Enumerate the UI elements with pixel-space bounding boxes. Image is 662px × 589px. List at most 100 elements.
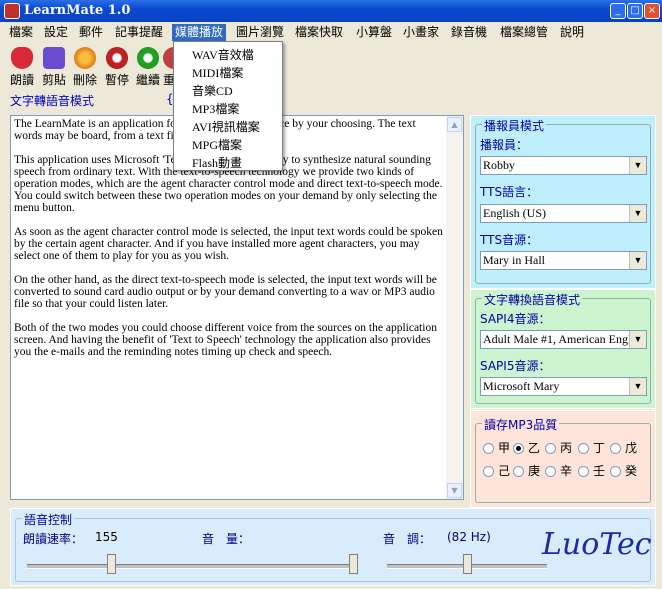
pause-label: 暫停 <box>104 73 129 87</box>
continue-button[interactable]: 繼續 <box>135 45 161 88</box>
chevron-down-icon[interactable]: ▼ <box>629 331 646 348</box>
menu-picture-browser[interactable]: 圖片瀏覽 <box>233 24 287 41</box>
vertical-scrollbar[interactable]: ▲ ▼ <box>446 116 463 499</box>
quality-radio-9[interactable] <box>578 466 589 477</box>
quality-radio-8[interactable] <box>545 466 556 477</box>
menu-mail[interactable]: 郵件 <box>76 24 106 41</box>
volume-slider-thumb[interactable] <box>349 554 358 574</box>
chevron-down-icon[interactable]: ▼ <box>629 378 646 395</box>
tts-voice-select[interactable]: Mary in Hall ▼ <box>480 251 647 270</box>
menu-media-player[interactable]: 媒體播放 <box>172 24 227 41</box>
quality-radio-10[interactable] <box>610 466 621 477</box>
quality-radio-7[interactable] <box>513 466 524 477</box>
chevron-down-icon[interactable]: ▼ <box>629 157 646 174</box>
sapi5-label: SAPI5音源： <box>480 359 551 373</box>
clip-button[interactable]: 剪貼 <box>41 45 67 88</box>
app-icon <box>4 3 20 19</box>
quality-radio-4[interactable] <box>578 443 589 454</box>
clip-label: 剪貼 <box>41 73 66 87</box>
dropdown-item-avi[interactable]: AVI視訊檔案 <box>192 118 260 135</box>
sapi4-select[interactable]: Adult Male #1, American Engli ▼ <box>480 330 647 349</box>
pause-button[interactable]: 暫停 <box>104 45 130 88</box>
close-button[interactable]: × <box>644 3 660 19</box>
tts-language-select[interactable]: English (US) ▼ <box>480 204 647 223</box>
pause-icon <box>106 47 128 69</box>
speaker-select[interactable]: Robby ▼ <box>480 156 647 175</box>
quality-option-6: 己 <box>498 464 511 478</box>
sapi5-value: Microsoft Mary <box>483 379 560 393</box>
continue-icon <box>137 47 159 69</box>
voice-control-title: 語音控制 <box>22 511 75 528</box>
delete-icon <box>74 47 96 69</box>
tts-language-value: English (US) <box>483 206 546 220</box>
quality-option-3: 丙 <box>560 441 573 455</box>
quality-option-8: 辛 <box>560 464 573 478</box>
menu-recorder[interactable]: 錄音機 <box>448 24 490 41</box>
quality-radio-3[interactable] <box>545 443 556 454</box>
maximize-button[interactable]: □ <box>627 3 643 19</box>
quality-option-10: 癸 <box>625 464 638 478</box>
sapi4-value: Adult Male #1, American Engli <box>483 332 635 346</box>
menu-bar: 檔案 設定 郵件 記事提醒 媒體播放 圖片瀏覽 檔案快取 小算盤 小畫家 錄音機… <box>0 22 662 42</box>
broadcaster-panel: 播報員模式 播報員： Robby ▼ TTS語言： English (US) ▼… <box>470 115 656 289</box>
rate-label: 朗讀速率： <box>23 532 84 546</box>
clipboard-icon <box>43 47 65 69</box>
pitch-label: 音 調： <box>383 532 432 546</box>
tts-voice-value: Mary in Hall <box>483 253 545 267</box>
tts-voice-label: TTS音源： <box>480 233 539 247</box>
quality-option-9: 壬 <box>593 464 606 478</box>
delete-label: 刪除 <box>72 73 97 87</box>
quality-radio-5[interactable] <box>610 443 621 454</box>
dropdown-item-midi[interactable]: MIDI檔案 <box>192 64 243 81</box>
quality-option-5: 戊 <box>625 441 638 455</box>
menu-calculator[interactable]: 小算盤 <box>353 24 395 41</box>
title-bar: LearnMate 1.0 _ □ × <box>0 0 662 22</box>
dropdown-item-cd[interactable]: 音樂CD <box>192 82 233 99</box>
read-aloud-label: 朗讀 <box>9 73 34 87</box>
rate-slider-thumb[interactable] <box>107 554 117 574</box>
broadcaster-group-title: 播報員模式 <box>482 117 547 134</box>
speaker-value: Robby <box>483 158 516 172</box>
quality-option-7: 庚 <box>528 464 541 478</box>
dropdown-item-wav[interactable]: WAV音效檔 <box>192 46 254 63</box>
window-title: LearnMate 1.0 <box>24 3 131 18</box>
menu-reminder[interactable]: 記事提醒 <box>112 24 166 41</box>
quality-radio-1[interactable] <box>483 443 494 454</box>
menu-settings[interactable]: 設定 <box>41 24 71 41</box>
mode-label: 文字轉語音模式 <box>10 94 95 108</box>
mp3-quality-title: 讀存MP3品質 <box>482 416 560 433</box>
paragraph-4: On the other hand, as the direct text-to… <box>14 274 437 310</box>
read-aloud-button[interactable]: 朗讀 <box>9 45 35 88</box>
scroll-up-arrow-icon[interactable]: ▲ <box>447 117 462 132</box>
menu-file[interactable]: 檔案 <box>6 24 36 41</box>
chevron-down-icon[interactable]: ▼ <box>629 205 646 222</box>
text-input-area[interactable]: The LearnMate is an application fo you w… <box>10 115 464 500</box>
quality-radio-6[interactable] <box>483 466 494 477</box>
dropdown-item-mp3[interactable]: MP3檔案 <box>192 100 239 117</box>
volume-slider-track[interactable] <box>220 564 358 569</box>
mp3-quality-panel: 讀存MP3品質 甲 乙 丙 丁 戊 己 庚 辛 壬 癸 <box>470 410 656 508</box>
tts-language-label: TTS語言： <box>480 185 539 199</box>
pitch-slider-thumb[interactable] <box>462 554 472 574</box>
speaker-label: 播報員： <box>480 138 529 152</box>
lips-icon <box>11 47 33 69</box>
chevron-down-icon[interactable]: ▼ <box>629 252 646 269</box>
paragraph-5: Both of the two modes you could choose d… <box>14 322 437 358</box>
scroll-down-arrow-icon[interactable]: ▼ <box>447 483 462 498</box>
minimize-button[interactable]: _ <box>610 3 626 19</box>
sapi5-select[interactable]: Microsoft Mary ▼ <box>480 377 647 396</box>
quality-radio-2[interactable] <box>513 443 524 454</box>
quality-option-2: 乙 <box>528 441 541 455</box>
tts-mode-group-title: 文字轉換語音模式 <box>482 291 583 308</box>
delete-button[interactable]: 刪除 <box>72 45 98 88</box>
quality-option-1: 甲 <box>498 441 511 455</box>
pitch-value: (82 Hz) <box>447 530 491 544</box>
dropdown-item-flash[interactable]: Flash動畫 <box>192 154 242 171</box>
dropdown-item-mpg[interactable]: MPG檔案 <box>192 136 242 153</box>
menu-file-cache[interactable]: 檔案快取 <box>292 24 346 41</box>
menu-explorer[interactable]: 檔案總管 <box>497 24 551 41</box>
menu-help[interactable]: 說明 <box>557 24 587 41</box>
tts-mode-panel: 文字轉換語音模式 SAPI4音源： Adult Male #1, America… <box>470 289 656 409</box>
continue-label: 繼續 <box>135 73 160 87</box>
menu-paint[interactable]: 小畫家 <box>400 24 442 41</box>
